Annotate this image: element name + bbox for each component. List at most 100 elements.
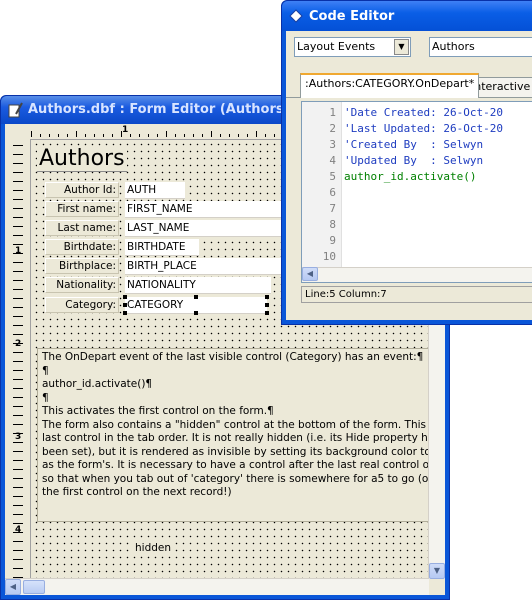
ruler-tick — [40, 134, 41, 137]
ruler-tick — [274, 134, 275, 137]
horizontal-scrollbar[interactable]: ◀ — [5, 578, 429, 595]
label-first-name[interactable]: First name: — [45, 201, 119, 217]
ruler-tick — [13, 442, 23, 443]
selection-handle[interactable] — [265, 303, 269, 307]
label-author-id[interactable]: Author Id: — [45, 182, 119, 198]
line-number: 8 — [329, 218, 336, 231]
ruler-tick — [13, 235, 23, 236]
ruler-tick — [13, 397, 23, 398]
ruler-tick — [85, 134, 86, 137]
code-editor-text-area[interactable]: 1 2 3 4 5 6 7 8 9 10 'Date Created: 26-O… — [301, 101, 532, 283]
ruler-tick — [13, 253, 23, 254]
code-line[interactable]: 'Last Updated: 26-Oct-20 — [344, 122, 503, 135]
event-type-dropdown[interactable]: Layout Events ▼ — [294, 37, 411, 57]
memo-line: The OnDepart event of the last visible c… — [42, 351, 424, 363]
ruler-tick — [130, 134, 131, 137]
hidden-control-label[interactable]: hidden — [133, 542, 174, 554]
code-line[interactable]: author_id.activate() — [344, 170, 476, 183]
vruler-mark-2: 2 — [15, 339, 22, 349]
selection-handle[interactable] — [194, 311, 198, 315]
ruler-tick — [13, 244, 23, 245]
ruler-tick — [157, 134, 158, 137]
field-birthdate[interactable]: BIRTHDATE — [125, 239, 199, 256]
memo-line: so that when you tab out of 'category' t… — [42, 472, 429, 485]
ruler-tick — [103, 134, 104, 137]
scroll-left-button[interactable]: ◀ — [5, 579, 21, 595]
ruler-tick — [211, 131, 212, 137]
ruler-tick — [202, 134, 203, 137]
label-nationality[interactable]: Nationality: — [45, 277, 119, 293]
ruler-tick — [13, 190, 23, 191]
ruler-tick — [13, 433, 23, 434]
ruler-tick — [265, 134, 266, 137]
code-line[interactable]: 'Created By : Selwyn — [344, 138, 483, 151]
ruler-tick — [13, 532, 23, 533]
ruler-tick — [13, 388, 23, 389]
ruler-tick — [13, 217, 23, 218]
ruler-mark-1: 1 — [122, 125, 129, 135]
selection-handle[interactable] — [123, 311, 127, 315]
ruler-tick — [67, 134, 68, 137]
memo-line: been set), but it is rendered as invisib… — [42, 445, 428, 458]
chevron-down-icon[interactable]: ▼ — [394, 39, 409, 55]
ruler-tick — [13, 325, 23, 326]
line-number: 4 — [329, 154, 336, 167]
ruler-tick — [13, 451, 23, 452]
ruler-tick — [13, 163, 23, 164]
ruler-tick — [121, 131, 122, 137]
vruler-mark-1: 1 — [15, 246, 22, 256]
ruler-tick — [13, 334, 23, 335]
ruler-tick — [13, 541, 23, 542]
code-line[interactable]: 'Date Created: 26-Oct-20 — [344, 106, 503, 119]
tab-ondepart[interactable]: :Authors:CATEGORY.OnDepart* — [300, 73, 480, 98]
label-last-name[interactable]: Last name: — [45, 220, 119, 236]
ruler-tick — [13, 478, 23, 479]
label-birthdate[interactable]: Birthdate: — [45, 239, 119, 255]
selection-handle[interactable] — [194, 295, 198, 299]
horizontal-scroll-thumb[interactable] — [23, 580, 45, 594]
ruler-tick — [13, 145, 23, 146]
selection-handle[interactable] — [265, 295, 269, 299]
memo-text-block[interactable]: The OnDepart event of the last visible c… — [37, 348, 429, 522]
ruler-tick — [13, 460, 23, 461]
code-editor-window[interactable]: Code Editor Layout Events ▼ Authors :Aut… — [281, 0, 532, 325]
ruler-tick — [13, 226, 23, 227]
memo-line: This activates the first control on the … — [42, 405, 274, 417]
ruler-tick — [193, 134, 194, 137]
line-number: 5 — [329, 170, 336, 183]
code-line[interactable]: 'Updated By : Selwyn — [344, 154, 483, 167]
field-author-id[interactable]: AUTH — [125, 182, 185, 199]
ruler-tick — [13, 523, 23, 524]
ruler-tick — [76, 131, 77, 137]
field-nationality[interactable]: NATIONALITY — [125, 277, 271, 294]
code-horizontal-scrollbar[interactable]: ◀ — [302, 267, 532, 282]
object-value: Authors — [432, 40, 475, 53]
ruler-tick — [112, 134, 113, 137]
form-editor-icon — [8, 102, 23, 118]
selection-handle[interactable] — [123, 295, 127, 299]
ruler-tick — [13, 379, 23, 380]
ruler-tick — [94, 134, 95, 137]
ruler-tick — [13, 208, 23, 209]
object-dropdown[interactable]: Authors — [429, 37, 532, 57]
ruler-tick — [58, 134, 59, 137]
scrollbar-corner — [429, 579, 445, 595]
event-type-value: Layout Events — [297, 40, 376, 53]
line-number: 2 — [329, 122, 336, 135]
form-editor-title: Authors.dbf : Form Editor (Authors) — [28, 102, 290, 117]
ruler-tick — [13, 514, 23, 515]
label-birthplace[interactable]: Birthplace: — [45, 258, 119, 274]
form-title-text[interactable]: Authors — [37, 146, 127, 172]
memo-line: the first control on the next record!) — [42, 486, 232, 498]
scroll-left-button[interactable]: ◀ — [302, 267, 318, 281]
label-category[interactable]: Category: — [45, 297, 119, 313]
selection-handle[interactable] — [123, 303, 127, 307]
ruler-tick — [13, 199, 23, 200]
code-editor-titlebar[interactable]: Code Editor — [282, 1, 532, 31]
ruler-tick — [247, 134, 248, 137]
ruler-tick — [13, 316, 23, 317]
scroll-down-button[interactable]: ▼ — [429, 563, 445, 579]
selection-handle[interactable] — [265, 311, 269, 315]
diamond-icon — [289, 9, 303, 23]
ruler-tick — [13, 559, 23, 560]
